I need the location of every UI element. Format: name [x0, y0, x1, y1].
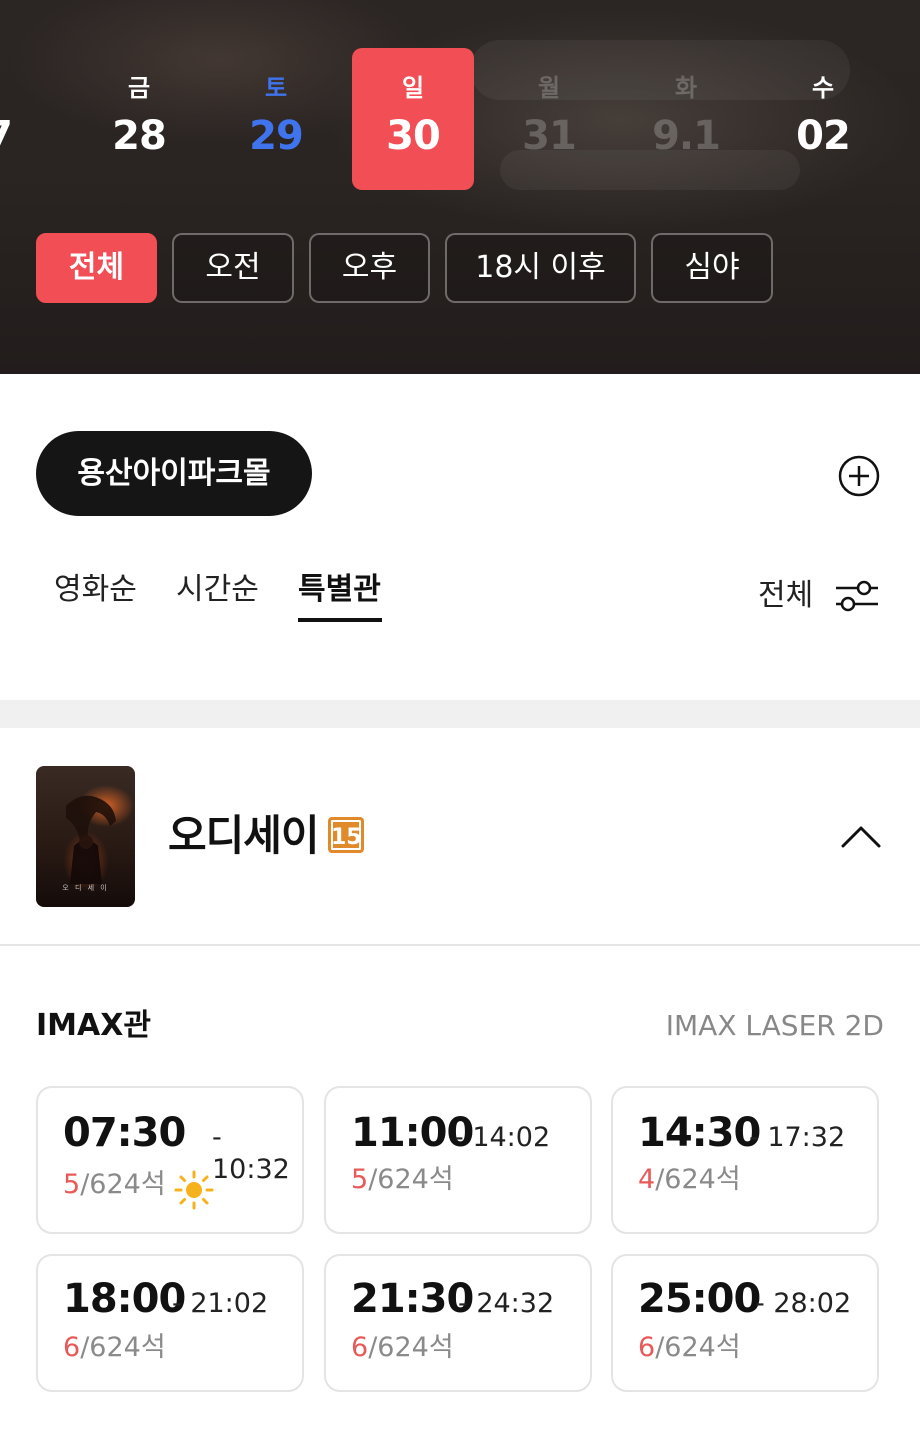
sun-icon: [174, 1170, 214, 1210]
end-time: - 28:02: [755, 1288, 852, 1319]
section-divider: [0, 700, 920, 728]
date-02[interactable]: 수 02: [762, 48, 884, 190]
total-seats: /624석: [80, 1332, 166, 1363]
date-dow: 수: [811, 74, 835, 102]
divider: [0, 944, 920, 946]
active-tab-indicator: [298, 618, 382, 622]
seat-count: 4/624석: [638, 1162, 741, 1198]
date-27[interactable]: 목 27: [0, 48, 46, 190]
date-31: 월 31: [488, 48, 610, 190]
available-seats: 6: [638, 1332, 656, 1363]
total-seats: /624석: [655, 1332, 741, 1363]
date-dow: 금: [127, 74, 151, 102]
date-day: 28: [112, 113, 167, 159]
tab-by-time[interactable]: 시간순: [176, 570, 259, 610]
date-dow: 일: [401, 74, 425, 102]
date-dow: 토: [264, 74, 288, 102]
date-day: 02: [796, 113, 851, 159]
seat-count: 6/624석: [638, 1330, 741, 1366]
date-29[interactable]: 토 29: [215, 48, 337, 190]
total-seats: /624석: [655, 1164, 741, 1195]
seat-count: 5/624석: [63, 1167, 166, 1203]
date-30-selected[interactable]: 일 30: [352, 48, 474, 190]
total-seats: /624석: [80, 1169, 166, 1200]
start-time: 18:00: [63, 1276, 186, 1322]
date-9-1: 화 9.1: [625, 48, 747, 190]
add-theater-icon[interactable]: [838, 455, 880, 497]
date-day: 27: [0, 114, 13, 158]
showtime-slot[interactable]: 21:30 - 24:32 6/624석: [324, 1254, 592, 1392]
start-time: 25:00: [638, 1276, 761, 1322]
time-filter-morning[interactable]: 오전: [172, 233, 294, 303]
screen-format: IMAX LASER 2D: [665, 1009, 884, 1042]
date-dow: 월: [537, 74, 561, 102]
end-time: - 17:32: [749, 1122, 846, 1153]
end-time: - 21:02: [172, 1288, 269, 1319]
available-seats: 5: [63, 1169, 81, 1200]
total-seats: /624석: [368, 1332, 454, 1363]
start-time: 21:30: [351, 1276, 474, 1322]
available-seats: 5: [351, 1164, 369, 1195]
start-time: 07:30: [63, 1110, 186, 1156]
showtime-slot[interactable]: 25:00 - 28:02 6/624석: [611, 1254, 879, 1392]
movie-title: 오디세이: [168, 811, 320, 860]
start-time: 14:30: [638, 1110, 761, 1156]
showtime-slot[interactable]: 14:30 - 17:32 4/624석: [611, 1086, 879, 1234]
seat-count: 5/624석: [351, 1162, 454, 1198]
available-seats: 6: [351, 1332, 369, 1363]
time-filter-all[interactable]: 전체: [36, 233, 157, 303]
date-day: 29: [249, 113, 304, 159]
date-day: 31: [522, 113, 577, 159]
date-28[interactable]: 금 28: [78, 48, 200, 190]
seat-count: 6/624석: [351, 1330, 454, 1366]
date-day: 9.1: [652, 113, 721, 159]
available-seats: 6: [63, 1332, 81, 1363]
showtime-slot[interactable]: 11:00 - 14:02 5/624석: [324, 1086, 592, 1234]
poster-caption: 오 디 세 이: [62, 884, 109, 892]
end-time: - 14:02: [454, 1122, 551, 1153]
movie-poster[interactable]: 오 디 세 이: [36, 766, 135, 907]
time-filter-afternoon[interactable]: 오후: [309, 233, 430, 303]
available-seats: 4: [638, 1164, 656, 1195]
chevron-up-icon[interactable]: [840, 822, 882, 850]
end-time: - 24:32: [458, 1288, 555, 1319]
total-seats: /624석: [368, 1164, 454, 1195]
time-filter-late-night[interactable]: 심야: [651, 233, 773, 303]
theater-selector[interactable]: 용산아이파크몰: [36, 431, 312, 516]
tab-by-movie[interactable]: 영화순: [54, 570, 137, 610]
time-filter-after-18[interactable]: 18시 이후: [445, 233, 636, 303]
date-day: 30: [386, 113, 441, 159]
date-hero: 목 27 금 28 토 29 일 30 월 31 화 9.1 수 02 전체 오…: [0, 0, 920, 374]
filter-label[interactable]: 전체: [758, 576, 813, 616]
screen-name: IMAX관: [36, 1008, 151, 1043]
date-dow: 화: [674, 74, 698, 102]
tab-special-hall[interactable]: 특별관: [298, 570, 381, 610]
seat-count: 6/624석: [63, 1330, 166, 1366]
age-rating-badge: 15: [328, 817, 364, 853]
end-time: - 10:32: [212, 1122, 290, 1185]
filter-sliders-icon[interactable]: [834, 578, 880, 614]
showtime-slot[interactable]: 18:00 - 21:02 6/624석: [36, 1254, 304, 1392]
showtime-slot[interactable]: 07:30 - 10:32 5/624석: [36, 1086, 304, 1234]
